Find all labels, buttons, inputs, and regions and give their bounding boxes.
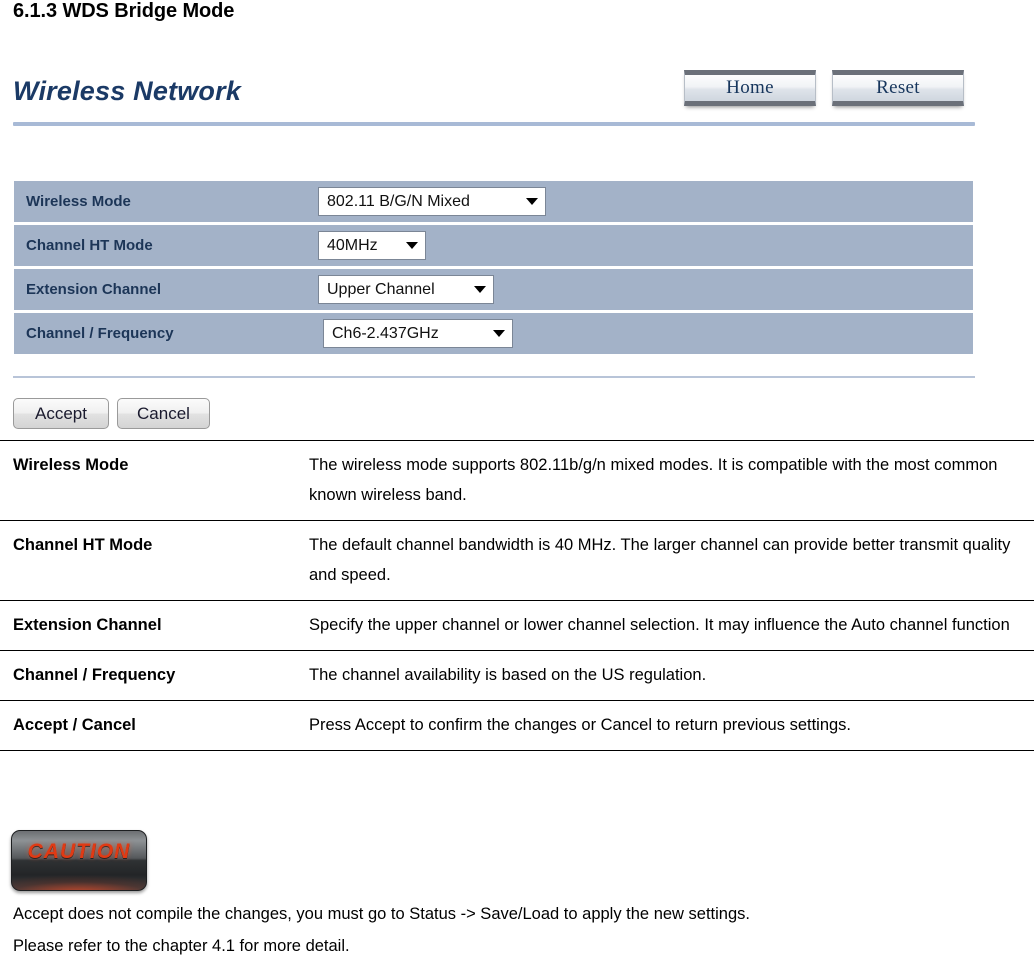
chevron-down-icon <box>474 286 486 293</box>
settings-field-channel-ht-mode: 40MHz <box>312 225 973 266</box>
description-term: Extension Channel <box>0 600 309 651</box>
settings-row-extension-channel: Extension Channel Upper Channel <box>14 269 973 310</box>
reset-button[interactable]: Reset <box>832 70 964 106</box>
settings-field-extension-channel: Upper Channel <box>312 269 973 310</box>
wireless-network-panel: Wireless Network Home Reset Wireless Mod… <box>0 58 1034 440</box>
description-table: Wireless Mode The wireless mode supports… <box>0 440 1034 751</box>
extension-channel-select[interactable]: Upper Channel <box>318 275 494 304</box>
description-term: Accept / Cancel <box>0 700 309 751</box>
channel-ht-mode-value: 40MHz <box>327 236 378 254</box>
table-row: Channel HT Mode The default channel band… <box>0 520 1034 601</box>
panel-title: Wireless Network <box>13 76 242 106</box>
panel-title-divider <box>13 122 975 126</box>
table-row: Extension Channel Specify the upper chan… <box>0 600 1034 651</box>
settings-field-channel-frequency: Ch6-2.437GHz <box>312 313 973 354</box>
table-row: Channel / Frequency The channel availabi… <box>0 650 1034 701</box>
caution-note-line-2: Please refer to the chapter 4.1 for more… <box>13 937 350 955</box>
description-term: Channel HT Mode <box>0 520 309 601</box>
cancel-button[interactable]: Cancel <box>117 398 210 429</box>
description-definition: The wireless mode supports 802.11b/g/n m… <box>309 440 1034 521</box>
channel-ht-mode-select[interactable]: 40MHz <box>318 231 426 260</box>
wireless-mode-value: 802.11 B/G/N Mixed <box>327 192 470 210</box>
settings-row-channel-frequency: Channel / Frequency Ch6-2.437GHz <box>14 313 973 354</box>
form-actions-divider <box>13 376 975 378</box>
settings-label-channel-ht-mode: Channel HT Mode <box>14 225 312 266</box>
caution-note-line-1: Accept does not compile the changes, you… <box>13 905 750 923</box>
caution-badge: CAUTION <box>11 830 147 891</box>
settings-label-extension-channel: Extension Channel <box>14 269 312 310</box>
description-term: Channel / Frequency <box>0 650 309 701</box>
table-row: Accept / Cancel Press Accept to confirm … <box>0 700 1034 751</box>
description-term: Wireless Mode <box>0 440 309 521</box>
settings-row-wireless-mode: Wireless Mode 802.11 B/G/N Mixed <box>14 181 973 222</box>
caution-label: CAUTION <box>27 840 131 863</box>
description-definition: Specify the upper channel or lower chann… <box>309 600 1034 651</box>
settings-table: Wireless Mode 802.11 B/G/N Mixed Channel… <box>14 178 973 357</box>
chevron-down-icon <box>493 330 505 337</box>
caution-note: Accept does not compile the changes, you… <box>13 898 1027 962</box>
settings-row-channel-ht-mode: Channel HT Mode 40MHz <box>14 225 973 266</box>
accept-button[interactable]: Accept <box>13 398 109 429</box>
wireless-mode-select[interactable]: 802.11 B/G/N Mixed <box>318 187 546 216</box>
description-definition: Press Accept to confirm the changes or C… <box>309 700 1034 751</box>
channel-frequency-select[interactable]: Ch6-2.437GHz <box>323 319 513 348</box>
table-row: Wireless Mode The wireless mode supports… <box>0 440 1034 521</box>
extension-channel-value: Upper Channel <box>327 280 435 298</box>
description-definition: The channel availability is based on the… <box>309 650 1034 701</box>
settings-label-wireless-mode: Wireless Mode <box>14 181 312 222</box>
page-title: 6.1.3 WDS Bridge Mode <box>13 0 235 22</box>
chevron-down-icon <box>406 242 418 249</box>
settings-field-wireless-mode: 802.11 B/G/N Mixed <box>312 181 973 222</box>
home-button[interactable]: Home <box>684 70 816 106</box>
chevron-down-icon <box>526 198 538 205</box>
settings-label-channel-frequency: Channel / Frequency <box>14 313 312 354</box>
description-definition: The default channel bandwidth is 40 MHz.… <box>309 520 1034 601</box>
channel-frequency-value: Ch6-2.437GHz <box>332 324 439 342</box>
